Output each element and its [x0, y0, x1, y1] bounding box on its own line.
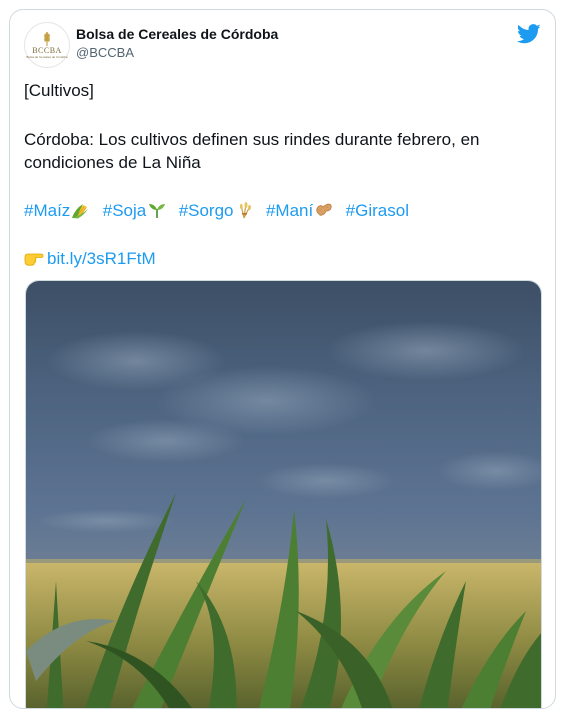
tweet-header: BCCBA Bolsa de Cereales de Córdoba Bolsa…	[24, 22, 541, 68]
avatar[interactable]: BCCBA Bolsa de Cereales de Córdoba	[24, 22, 70, 68]
hashtag-soja[interactable]: #Soja	[103, 201, 146, 220]
avatar-logo-text: BCCBA	[32, 45, 62, 55]
account-name[interactable]: Bolsa de Cereales de Córdoba	[76, 26, 278, 42]
avatar-logo-subtext: Bolsa de Cereales de Córdoba	[26, 54, 68, 59]
tweet-card[interactable]: BCCBA Bolsa de Cereales de Córdoba Bolsa…	[9, 9, 556, 709]
twitter-bird-icon[interactable]	[517, 24, 541, 44]
seedling-icon	[149, 204, 166, 218]
tweet-category: [Cultivos]	[24, 81, 94, 100]
hashtag-girasol[interactable]: #Girasol	[346, 201, 409, 220]
sheaf-icon	[239, 202, 251, 219]
account-handle[interactable]: @BCCBA	[76, 45, 134, 60]
wheat-icon	[44, 31, 50, 46]
tweet-body: Córdoba: Los cultivos definen sus rindes…	[24, 130, 480, 172]
corn-icon	[72, 204, 89, 219]
hashtag-sorgo[interactable]: #Sorgo	[179, 201, 234, 220]
short-link[interactable]: bit.ly/3sR1FtM	[47, 249, 156, 268]
hashtag-row: #Maíz #Soja #Sorgo #Maní #Girasol	[24, 199, 409, 222]
pointing-hand-icon	[24, 253, 44, 266]
peanut-icon	[316, 203, 332, 216]
hashtag-maiz[interactable]: #Maíz	[24, 201, 70, 220]
cornfield-photo	[26, 281, 541, 708]
link-row: bit.ly/3sR1FtM	[24, 247, 156, 270]
hashtag-mani[interactable]: #Maní	[266, 201, 313, 220]
tweet-photo[interactable]	[25, 280, 542, 708]
